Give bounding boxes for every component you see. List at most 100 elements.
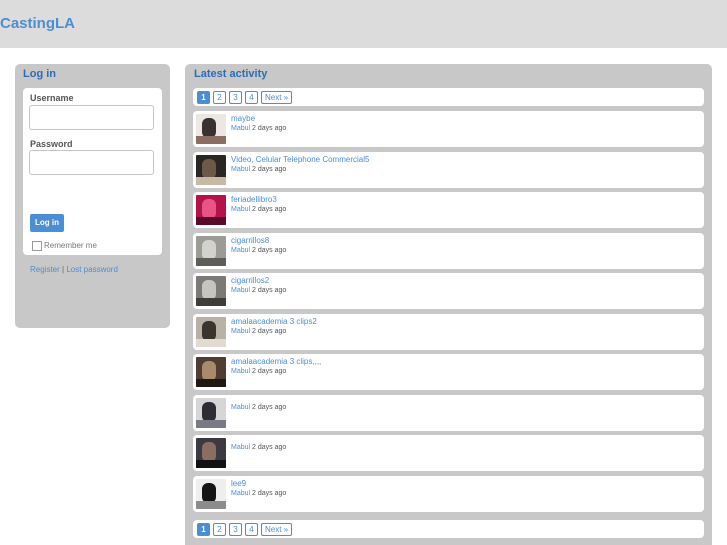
- site-title-link[interactable]: CastingLA: [0, 15, 75, 32]
- thumbnail-subject: [202, 118, 216, 138]
- activity-item-title[interactable]: cigarrillos2: [231, 276, 269, 285]
- pager-page-1[interactable]: 1: [197, 523, 210, 536]
- activity-item-user-link[interactable]: Mabul: [231, 444, 250, 451]
- activity-item: amalaacademia 3 clips2 Mabul 2 days ago: [193, 314, 704, 350]
- activity-item: Mabul 2 days ago: [193, 435, 704, 471]
- activity-item-title[interactable]: maybe: [231, 114, 255, 123]
- register-link[interactable]: Register: [30, 265, 60, 274]
- pager-page-3[interactable]: 3: [229, 91, 242, 104]
- thumbnail-ground: [196, 501, 226, 509]
- activity-item-meta: Mabul 2 days ago: [231, 490, 286, 497]
- activity-item-meta: Mabul 2 days ago: [231, 444, 286, 451]
- pager-top: 1 2 3 4 Next »: [193, 88, 704, 106]
- thumbnail-subject: [202, 483, 216, 503]
- activity-item-time: 2 days ago: [250, 444, 287, 451]
- pager-page-1[interactable]: 1: [197, 91, 210, 104]
- activity-item: cigarrillos8 Mabul 2 days ago: [193, 233, 704, 269]
- activity-item-time: 2 days ago: [250, 404, 287, 411]
- activity-item-time: 2 days ago: [250, 287, 287, 294]
- activity-item-time: 2 days ago: [250, 166, 287, 173]
- thumbnail-ground: [196, 460, 226, 468]
- activity-item-meta: Mabul 2 days ago: [231, 328, 286, 335]
- activity-item-meta: Mabul 2 days ago: [231, 247, 286, 254]
- login-panel-title: Log in: [23, 68, 56, 80]
- login-button[interactable]: Log in: [30, 214, 64, 232]
- video-thumbnail[interactable]: [196, 114, 226, 144]
- lost-password-link[interactable]: Lost password: [66, 265, 118, 274]
- login-panel: Log in Username Password Log in Remember…: [15, 64, 170, 328]
- activity-item-user-link[interactable]: Mabul: [231, 206, 250, 213]
- activity-item-time: 2 days ago: [250, 328, 287, 335]
- thumbnail-ground: [196, 177, 226, 185]
- activity-item-user-link[interactable]: Mabul: [231, 490, 250, 497]
- activity-item: amalaacademia 3 clips,,,, Mabul 2 days ag…: [193, 354, 704, 390]
- pager-page-2[interactable]: 2: [213, 523, 226, 536]
- pager-page-4[interactable]: 4: [245, 91, 258, 104]
- thumbnail-subject: [202, 240, 216, 260]
- activity-item-user-link[interactable]: Mabul: [231, 287, 250, 294]
- video-thumbnail[interactable]: [196, 357, 226, 387]
- video-thumbnail[interactable]: [196, 438, 226, 468]
- activity-item-title[interactable]: Video, Celular Telephone Commercial5: [231, 155, 369, 164]
- activity-item-title[interactable]: amalaacademia 3 clips,,,,: [231, 357, 321, 366]
- activity-item-user-link[interactable]: Mabul: [231, 125, 250, 132]
- activity-item-time: 2 days ago: [250, 206, 287, 213]
- thumbnail-ground: [196, 420, 226, 428]
- activity-item: lee9 Mabul 2 days ago: [193, 476, 704, 512]
- activity-item: Video, Celular Telephone Commercial5 Mabu…: [193, 152, 704, 188]
- remember-me-checkbox[interactable]: [32, 241, 42, 251]
- thumbnail-subject: [202, 159, 216, 179]
- pager-page-2[interactable]: 2: [213, 91, 226, 104]
- video-thumbnail[interactable]: [196, 398, 226, 428]
- thumbnail-ground: [196, 217, 226, 225]
- login-form: Username Password Log in Remember me Reg…: [23, 88, 162, 274]
- activity-item-user-link[interactable]: Mabul: [231, 328, 250, 335]
- activity-item-time: 2 days ago: [250, 490, 287, 497]
- activity-item: Mabul 2 days ago: [193, 395, 704, 431]
- account-links: Register | Lost password: [30, 265, 118, 274]
- thumbnail-subject: [202, 402, 216, 422]
- activity-item-title[interactable]: amalaacademia 3 clips2: [231, 317, 317, 326]
- thumbnail-subject: [202, 321, 216, 341]
- activity-item: cigarrillos2 Mabul 2 days ago: [193, 273, 704, 309]
- activity-item-user-link[interactable]: Mabul: [231, 368, 250, 375]
- thumbnail-ground: [196, 136, 226, 144]
- activity-item-meta: Mabul 2 days ago: [231, 287, 286, 294]
- password-label: Password: [30, 139, 73, 149]
- username-field[interactable]: [29, 105, 154, 130]
- activity-item-user-link[interactable]: Mabul: [231, 404, 250, 411]
- activity-item-time: 2 days ago: [250, 247, 287, 254]
- activity-item-title[interactable]: lee9: [231, 479, 246, 488]
- thumbnail-ground: [196, 339, 226, 347]
- site-header: CastingLA: [0, 0, 727, 48]
- password-field[interactable]: [29, 150, 154, 175]
- video-thumbnail[interactable]: [196, 317, 226, 347]
- pager-page-4[interactable]: 4: [245, 523, 258, 536]
- remember-me-label: Remember me: [44, 241, 97, 250]
- activity-item-user-link[interactable]: Mabul: [231, 247, 250, 254]
- thumbnail-subject: [202, 442, 216, 462]
- activity-item-title[interactable]: feriadellibro3: [231, 195, 277, 204]
- username-label: Username: [30, 93, 74, 103]
- activity-item-meta: Mabul 2 days ago: [231, 404, 286, 411]
- activity-item-title[interactable]: cigarrillos8: [231, 236, 269, 245]
- video-thumbnail[interactable]: [196, 236, 226, 266]
- activity-item-meta: Mabul 2 days ago: [231, 368, 286, 375]
- pager-bottom: 1 2 3 4 Next »: [193, 520, 704, 538]
- video-thumbnail[interactable]: [196, 155, 226, 185]
- video-thumbnail[interactable]: [196, 276, 226, 306]
- pager-next-link[interactable]: Next »: [261, 91, 293, 104]
- video-thumbnail[interactable]: [196, 195, 226, 225]
- activity-item-meta: Mabul 2 days ago: [231, 166, 286, 173]
- pager-page-3[interactable]: 3: [229, 523, 242, 536]
- activity-item-meta: Mabul 2 days ago: [231, 206, 286, 213]
- thumbnail-subject: [202, 361, 216, 381]
- thumbnail-subject: [202, 280, 216, 300]
- activity-item-user-link[interactable]: Mabul: [231, 166, 250, 173]
- pager-next-link[interactable]: Next »: [261, 523, 293, 536]
- activity-item: maybe Mabul 2 days ago: [193, 111, 704, 147]
- activity-item-time: 2 days ago: [250, 368, 287, 375]
- thumbnail-ground: [196, 379, 226, 387]
- video-thumbnail[interactable]: [196, 479, 226, 509]
- activity-panel: Latest activity 1 2 3 4 Next » maybe Mabul 2 …: [185, 64, 712, 545]
